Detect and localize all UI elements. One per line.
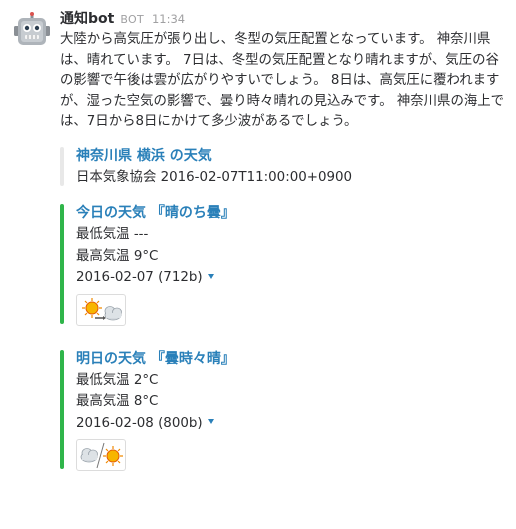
forecast-title-link[interactable]: 明日の天気 『曇時々晴』 xyxy=(76,348,510,370)
forecast-tomorrow-attachment: 明日の天気 『曇時々晴』 最低気温 2°C 最高気温 8°C 2016-02-0… xyxy=(60,348,510,471)
chevron-down-icon[interactable] xyxy=(207,273,214,279)
max-temp: 最高気温 8°C xyxy=(76,394,159,409)
min-temp: 最低気温 2°C xyxy=(76,372,159,388)
message-timestamp[interactable]: 11:34 xyxy=(152,12,185,26)
attachment-bar xyxy=(60,146,64,186)
source-attachment: 神奈川県 横浜 の天気 日本気象協会 2016-02-07T11:00:00+0… xyxy=(60,145,510,189)
sunny-then-cloudy-icon[interactable] xyxy=(76,293,126,326)
image-label: 2016-02-07 (712b) xyxy=(76,270,203,285)
image-label: 2016-02-08 (800b) xyxy=(76,415,203,431)
message-content: 通知bot BOT 11:34 大陸から高気圧が張り出し、冬型の気圧配置となって… xyxy=(60,8,510,471)
message-header: 通知bot BOT 11:34 xyxy=(60,8,510,30)
bot-badge: BOT xyxy=(120,13,144,26)
max-temp: 最高気温 9°C xyxy=(76,248,159,264)
chevron-down-icon[interactable] xyxy=(207,419,214,424)
message-text: 大陸から高気圧が張り出し、冬型の気圧配置となっています。 神奈川県は、晴れていま… xyxy=(60,32,505,129)
forecast-today-attachment: 今日の天気 『晴のち曇』 最低気温 --- 最高気温 9°C 2016-02-0… xyxy=(60,202,510,326)
attachment-title-link[interactable]: 神奈川県 横浜 の天気 xyxy=(76,145,510,167)
attachment-subtitle: 日本気象協会 2016-02-07T11:00:00+0900 xyxy=(76,169,353,185)
attachment-bar xyxy=(60,349,64,469)
image-toggle[interactable]: 2016-02-07 (712b) xyxy=(76,267,510,289)
image-toggle[interactable]: 2016-02-08 (800b) xyxy=(76,413,510,435)
min-temp: 最低気温 --- xyxy=(76,227,149,242)
message: 通知bot BOT 11:34 大陸から高気圧が張り出し、冬型の気圧配置となって… xyxy=(0,0,516,529)
attachment-bar xyxy=(60,204,64,324)
sender-name[interactable]: 通知bot xyxy=(60,8,114,28)
robot-icon[interactable] xyxy=(14,12,50,48)
cloudy-sometimes-sunny-icon[interactable] xyxy=(76,439,126,471)
forecast-title-link[interactable]: 今日の天気 『晴のち曇』 xyxy=(76,202,510,224)
